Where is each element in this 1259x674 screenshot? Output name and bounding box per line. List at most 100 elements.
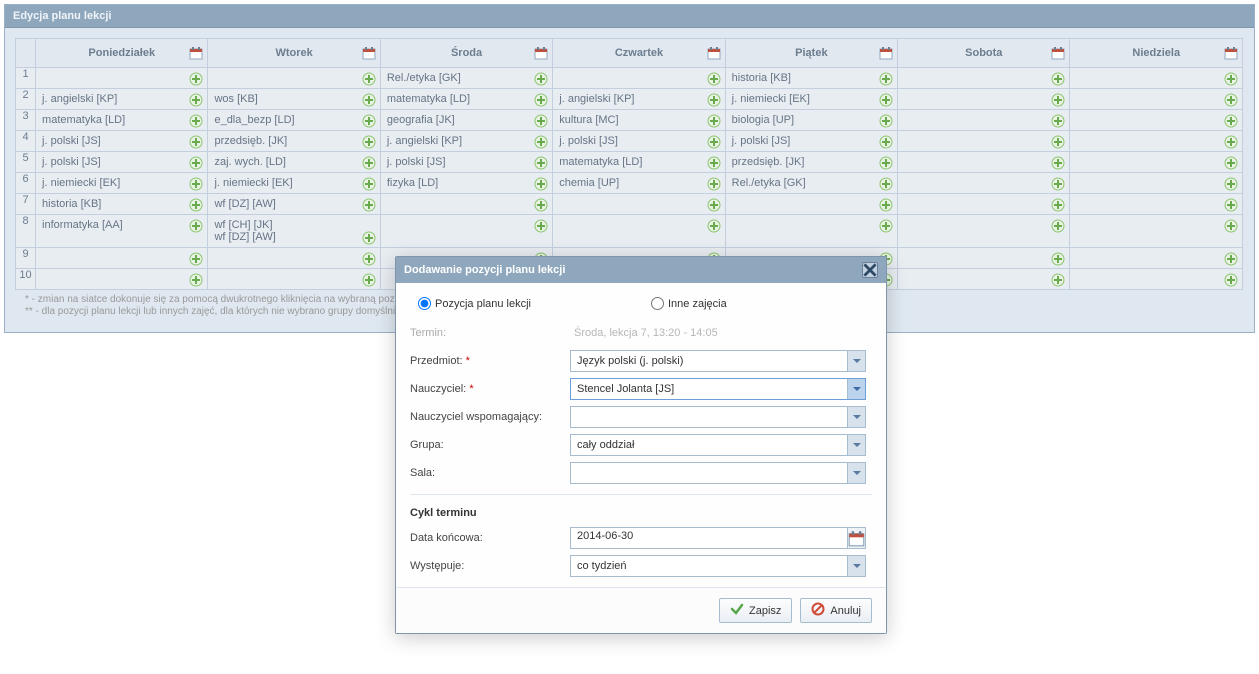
schedule-cell[interactable]: biologia [UP] <box>725 110 897 131</box>
schedule-cell[interactable] <box>36 68 208 89</box>
schedule-cell[interactable] <box>725 215 897 248</box>
schedule-cell[interactable]: matematyka [LD] <box>36 110 208 131</box>
schedule-cell[interactable]: zaj. wych. [LD] <box>208 152 380 173</box>
schedule-cell[interactable] <box>553 68 725 89</box>
radio-lesson[interactable]: Pozycja planu lekcji <box>418 297 531 310</box>
add-icon[interactable] <box>189 252 203 266</box>
radio-lesson-input[interactable] <box>418 297 431 310</box>
add-icon[interactable] <box>534 93 548 107</box>
schedule-cell[interactable] <box>208 248 380 269</box>
add-icon[interactable] <box>534 219 548 233</box>
add-icon[interactable] <box>362 72 376 86</box>
add-icon[interactable] <box>1051 177 1065 191</box>
schedule-cell[interactable] <box>898 215 1070 248</box>
add-icon[interactable] <box>1224 156 1238 170</box>
add-icon[interactable] <box>189 198 203 212</box>
schedule-cell[interactable] <box>898 194 1070 215</box>
add-icon[interactable] <box>534 72 548 86</box>
schedule-cell[interactable] <box>898 68 1070 89</box>
schedule-cell[interactable] <box>725 194 897 215</box>
schedule-cell[interactable]: informatyka [AA] <box>36 215 208 248</box>
schedule-cell[interactable]: wf [DZ] [AW] <box>208 194 380 215</box>
calendar-icon[interactable] <box>189 46 203 60</box>
schedule-cell[interactable]: Rel./etyka [GK] <box>725 173 897 194</box>
add-icon[interactable] <box>189 273 203 287</box>
add-icon[interactable] <box>707 177 721 191</box>
schedule-cell[interactable]: j. polski [JS] <box>725 131 897 152</box>
schedule-cell[interactable]: Rel./etyka [GK] <box>380 68 552 89</box>
chevron-down-icon[interactable] <box>847 463 865 483</box>
add-icon[interactable] <box>362 273 376 287</box>
date-end[interactable]: 2014-06-30 <box>570 527 866 549</box>
schedule-cell[interactable] <box>1070 248 1243 269</box>
add-icon[interactable] <box>879 177 893 191</box>
chevron-down-icon[interactable] <box>847 556 865 576</box>
add-icon[interactable] <box>1224 198 1238 212</box>
radio-other[interactable]: Inne zajęcia <box>651 297 727 310</box>
schedule-cell[interactable] <box>1070 68 1243 89</box>
schedule-cell[interactable]: j. niemiecki [EK] <box>36 173 208 194</box>
add-icon[interactable] <box>362 177 376 191</box>
schedule-cell[interactable] <box>1070 194 1243 215</box>
add-icon[interactable] <box>1051 198 1065 212</box>
add-icon[interactable] <box>879 93 893 107</box>
schedule-cell[interactable]: przedsięb. [JK] <box>208 131 380 152</box>
add-icon[interactable] <box>189 93 203 107</box>
add-icon[interactable] <box>879 219 893 233</box>
schedule-cell[interactable]: kultura [MC] <box>553 110 725 131</box>
schedule-cell[interactable] <box>553 194 725 215</box>
calendar-icon[interactable] <box>1224 46 1238 60</box>
schedule-cell[interactable] <box>553 215 725 248</box>
combo-wyst[interactable]: co tydzień <box>570 555 866 577</box>
schedule-cell[interactable]: j. angielski [KP] <box>553 89 725 110</box>
schedule-cell[interactable]: matematyka [LD] <box>380 89 552 110</box>
calendar-icon[interactable] <box>879 46 893 60</box>
schedule-cell[interactable] <box>898 248 1070 269</box>
add-icon[interactable] <box>1224 135 1238 149</box>
schedule-cell[interactable] <box>898 173 1070 194</box>
add-icon[interactable] <box>1051 114 1065 128</box>
schedule-cell[interactable] <box>380 194 552 215</box>
schedule-cell[interactable] <box>1070 215 1243 248</box>
add-icon[interactable] <box>707 93 721 107</box>
add-icon[interactable] <box>879 72 893 86</box>
schedule-cell[interactable]: wos [KB] <box>208 89 380 110</box>
add-icon[interactable] <box>189 156 203 170</box>
combo-sala[interactable] <box>570 462 866 484</box>
add-icon[interactable] <box>362 114 376 128</box>
add-icon[interactable] <box>1224 177 1238 191</box>
add-icon[interactable] <box>362 252 376 266</box>
schedule-cell[interactable] <box>380 215 552 248</box>
combo-przedmiot[interactable]: Język polski (j. polski) <box>570 350 866 372</box>
schedule-cell[interactable] <box>898 89 1070 110</box>
add-icon[interactable] <box>534 114 548 128</box>
add-icon[interactable] <box>879 156 893 170</box>
add-icon[interactable] <box>1051 219 1065 233</box>
add-icon[interactable] <box>707 156 721 170</box>
schedule-cell[interactable]: wf [CH] [JK] wf [DZ] [AW] <box>208 215 380 248</box>
radio-other-input[interactable] <box>651 297 664 310</box>
schedule-cell[interactable]: geografia [JK] <box>380 110 552 131</box>
add-icon[interactable] <box>534 177 548 191</box>
add-icon[interactable] <box>534 156 548 170</box>
schedule-cell[interactable] <box>208 269 380 290</box>
schedule-cell[interactable]: j. polski [JS] <box>553 131 725 152</box>
add-icon[interactable] <box>1224 72 1238 86</box>
schedule-cell[interactable] <box>1070 89 1243 110</box>
add-icon[interactable] <box>362 231 376 245</box>
add-icon[interactable] <box>1051 72 1065 86</box>
add-icon[interactable] <box>534 198 548 212</box>
add-icon[interactable] <box>1224 93 1238 107</box>
schedule-cell[interactable] <box>1070 110 1243 131</box>
add-icon[interactable] <box>1051 273 1065 287</box>
calendar-icon[interactable] <box>1051 46 1065 60</box>
schedule-cell[interactable] <box>898 269 1070 290</box>
add-icon[interactable] <box>707 219 721 233</box>
add-icon[interactable] <box>189 135 203 149</box>
calendar-icon[interactable] <box>534 46 548 60</box>
schedule-cell[interactable]: fizyka [LD] <box>380 173 552 194</box>
schedule-cell[interactable]: e_dla_bezp [LD] <box>208 110 380 131</box>
schedule-cell[interactable] <box>898 110 1070 131</box>
add-icon[interactable] <box>189 72 203 86</box>
add-icon[interactable] <box>879 114 893 128</box>
